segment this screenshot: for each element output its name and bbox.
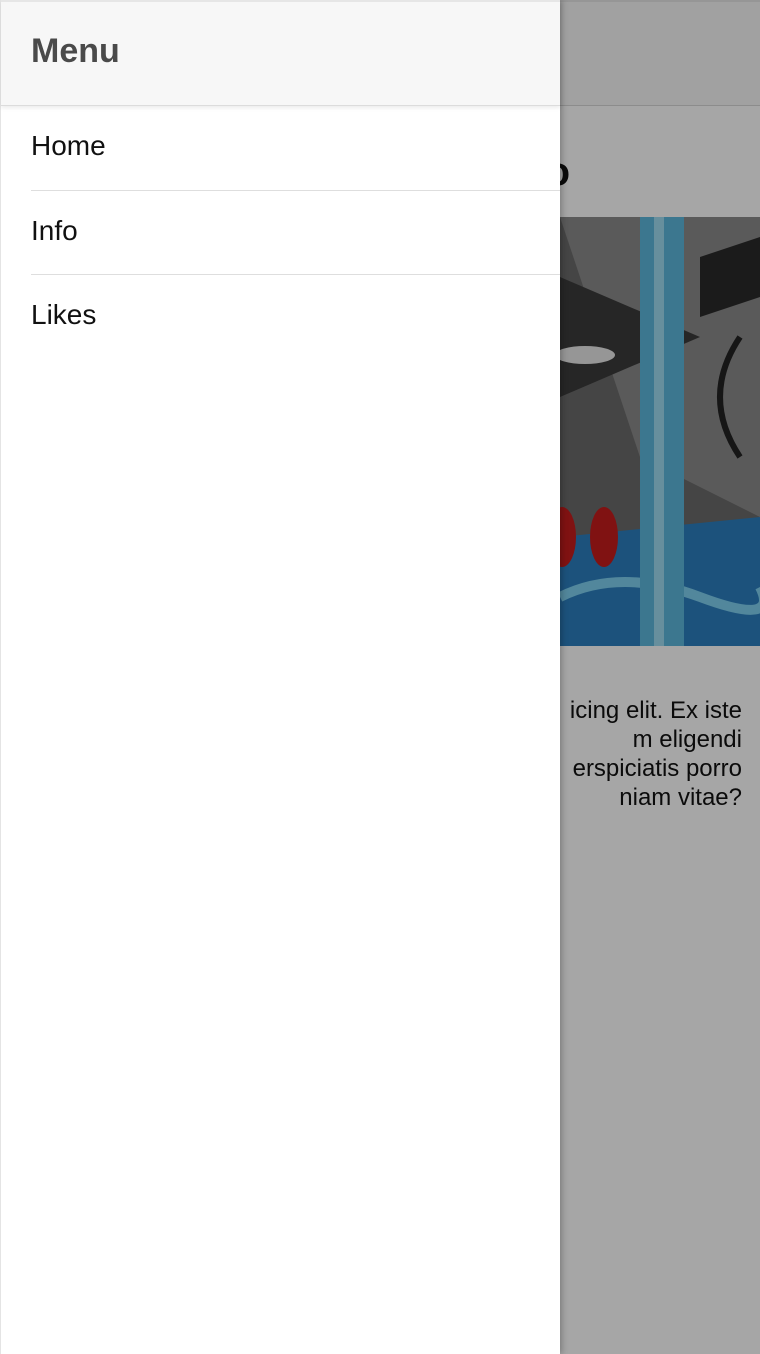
menu-item-label: Likes [31,299,97,330]
navigation-drawer: Menu Home Info Likes [0,0,560,1354]
menu-item-label: Info [31,214,78,246]
drawer-header: Menu [1,0,560,106]
drawer-title: Menu [31,32,120,70]
menu-item-label: Home [31,130,106,161]
menu-item-home[interactable]: Home [31,106,560,191]
menu-item-likes[interactable]: Likes [31,275,560,360]
menu-list: Home Info Likes [1,106,560,360]
menu-item-info[interactable]: Info [31,191,560,275]
